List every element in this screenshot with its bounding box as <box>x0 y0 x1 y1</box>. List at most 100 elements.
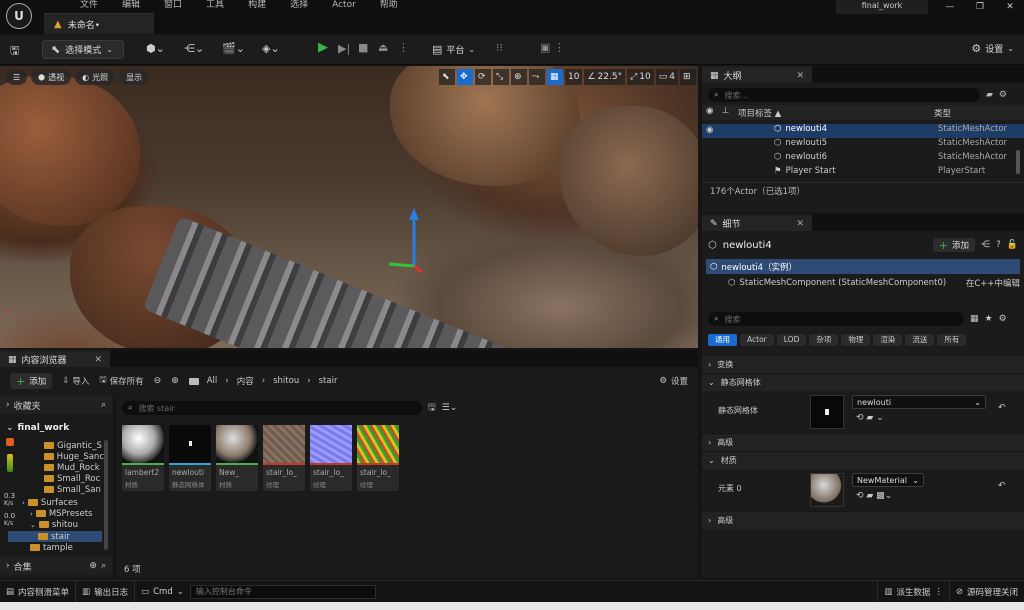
menu-tools[interactable]: 工具 <box>206 1 224 10</box>
close-icon[interactable]: ✕ <box>995 2 1024 12</box>
outliner-scrollbar[interactable] <box>1016 150 1020 174</box>
asset-tile[interactable]: New_ 材质 <box>216 425 258 491</box>
category-tag[interactable]: 物理 <box>841 334 871 346</box>
outliner-row[interactable]: ◉ ⬡ newlouti4 StaticMeshActor <box>702 124 1024 138</box>
breadcrumb-content[interactable]: 内容 <box>237 375 254 387</box>
folder-tree-item[interactable]: ⌄ shitou <box>30 519 104 530</box>
folder-tree-item[interactable]: Huge_Sanc <box>44 451 104 462</box>
restore-icon[interactable]: ❐ <box>965 2 995 12</box>
asset-tile[interactable]: stair_lo_ 纹理 <box>310 425 352 491</box>
content-drawer-button[interactable]: ▤ 内容侧滑菜单 <box>0 580 77 603</box>
eye-icon[interactable]: ◉ <box>706 106 713 116</box>
folder-tree-item[interactable]: Gigantic_S <box>44 440 104 451</box>
stop-icon[interactable]: ■ <box>358 41 368 54</box>
category-tag[interactable]: LOD <box>776 334 807 346</box>
tree-scrollbar[interactable] <box>104 440 108 550</box>
details-search-input[interactable]: ⌕ 搜索 <box>708 312 964 326</box>
world-space-icon[interactable]: ⊕ <box>511 69 528 85</box>
perspective-button[interactable]: ⬢ 透视 <box>31 69 72 85</box>
show-button[interactable]: 显示 <box>119 69 150 85</box>
asset-tile[interactable]: lambert2 材质 <box>122 425 164 491</box>
grid-snap-button[interactable]: ▦ <box>547 69 564 85</box>
blueprint-icon[interactable]: ⋲ <box>981 240 990 250</box>
static-mesh-dropdown[interactable]: newlouti ⌄ <box>852 395 986 409</box>
select-tool-icon[interactable]: ⬉ <box>439 69 456 85</box>
save-icon[interactable]: 🖫 <box>10 42 19 61</box>
more-icon[interactable]: ⋮ <box>398 41 409 54</box>
gear-icon[interactable]: ⚙ <box>999 314 1007 324</box>
filter-icon[interactable]: ☰⌄ <box>442 403 458 413</box>
forward-icon[interactable]: ⊕ <box>171 376 179 386</box>
add-component-button[interactable]: + 添加 <box>932 238 975 252</box>
asset-tile[interactable]: stair_lo_ 纹理 <box>357 425 399 491</box>
derived-data-button[interactable]: ▥ 派生数据 ⋮ <box>877 580 950 603</box>
level-viewport[interactable]: ⟂ ☰ ⬢ 透视 ◐ 光照 显示 ⬉ ✥ ⟳ ⤡ ⊕ ⤳ ▦ 10 ∠ 22.5° ⤢… <box>0 66 698 348</box>
outliner-tab[interactable]: ▦ 大纲 ✕ <box>702 66 812 83</box>
collections-header[interactable]: › 合集 ⊕ ⌕ <box>0 557 112 575</box>
settings-button[interactable]: ⚙ 设置 ⌄ <box>971 42 1014 55</box>
camera-speed-button[interactable]: ▭ 4 <box>655 69 678 85</box>
category-tag[interactable]: 渲染 <box>873 334 903 346</box>
cmd-button[interactable]: ▭ Cmd ⌄ <box>135 581 190 603</box>
sliders-icon[interactable]: ⁝⁝ <box>496 41 503 54</box>
menu-select[interactable]: 选择 <box>290 1 308 10</box>
breadcrumb-stair[interactable]: stair <box>319 376 338 386</box>
outliner-row[interactable]: ⬡ newlouti6 StaticMeshActor <box>702 152 1024 166</box>
asset-tile[interactable]: stair_lo_ 纹理 <box>263 425 305 491</box>
cb-settings-button[interactable]: ⚙ 设置 <box>659 375 688 387</box>
scale-tool-icon[interactable]: ⤡ <box>493 69 510 85</box>
select-mode-button[interactable]: ⬉ 选择模式 ⌄ <box>42 40 124 59</box>
outliner-search-input[interactable]: ⌕ 搜索... <box>708 88 980 102</box>
breadcrumb-shitou[interactable]: shitou <box>273 376 299 386</box>
viewport-menu-button[interactable]: ☰ <box>6 69 28 85</box>
source-control-button[interactable]: ⊘ 源码管理关闭 <box>950 581 1024 603</box>
back-icon[interactable]: ⊖ <box>154 376 162 386</box>
reset-icon[interactable]: ↶ <box>998 481 1006 491</box>
splitter[interactable] <box>114 396 115 578</box>
actor-name[interactable]: newlouti4 <box>723 240 772 251</box>
level-tab[interactable]: ▲ 未命名• <box>44 13 154 34</box>
category-tag[interactable]: 杂项 <box>809 334 839 346</box>
transform-gizmo[interactable] <box>384 206 434 276</box>
menu-file[interactable]: 文件 <box>80 1 98 10</box>
menu-help[interactable]: 帮助 <box>380 1 398 10</box>
minimize-icon[interactable]: — <box>935 2 965 12</box>
reset-icon[interactable]: ↶ <box>998 403 1006 413</box>
angle-snap-button[interactable]: ∠ 22.5° <box>584 69 626 85</box>
move-tool-icon[interactable]: ✥ <box>457 69 474 85</box>
blueprint-icon[interactable]: ⋲⌄ <box>184 42 204 55</box>
help-icon[interactable]: ? <box>996 240 1001 250</box>
browse-asset-icons[interactable]: ⟲ ▰ ⌄ <box>856 413 884 423</box>
output-log-button[interactable]: ▥ 输出日志 <box>76 580 136 603</box>
grid-snap-value[interactable]: 10 <box>565 69 583 85</box>
browse-material-icons[interactable]: ⟲ ▰ ▩⌄ <box>856 491 892 501</box>
surface-snap-icon[interactable]: ⤳ <box>529 69 546 85</box>
folder-tree-item[interactable]: Small_Roc <box>44 473 104 484</box>
folder-tree-item[interactable]: Mud_Rock <box>44 462 104 473</box>
platform-button[interactable]: ▤ 平台 ⌄ <box>432 43 475 56</box>
category-tag[interactable]: Actor <box>740 334 774 346</box>
eye-icon[interactable]: ◉ <box>706 125 713 135</box>
folder-tree-item[interactable]: stair <box>8 531 102 542</box>
category-tag[interactable]: 流送 <box>905 334 935 346</box>
lock-icon[interactable]: 🔓 <box>1007 240 1018 250</box>
step-icon[interactable]: ▶| <box>338 42 350 55</box>
folder-tree-item[interactable]: tample <box>30 542 104 553</box>
add-content-icon[interactable]: ⬢⌄ <box>146 42 165 55</box>
menu-build[interactable]: 构建 <box>248 1 266 10</box>
material-thumbnail[interactable] <box>810 473 844 507</box>
close-icon[interactable]: ✕ <box>796 71 804 81</box>
section-advanced[interactable]: › 高级 <box>702 433 1024 451</box>
pin-icon[interactable]: ⊥ <box>722 106 729 116</box>
add-collection-icon[interactable]: ⊕ <box>89 561 97 571</box>
outliner-row[interactable]: ⚑ Player Start PlayerStart <box>702 166 1024 180</box>
material-dropdown[interactable]: NewMaterial ⌄ <box>852 473 924 487</box>
save-search-icon[interactable]: 🖫 <box>428 400 436 416</box>
type-column-header[interactable]: 类型 <box>934 107 951 119</box>
outliner-row[interactable]: ⬡ newlouti5 StaticMeshActor <box>702 138 1024 152</box>
console-input[interactable]: 输入控制台命令 <box>189 584 376 599</box>
menu-window[interactable]: 窗口 <box>164 1 182 10</box>
rotate-tool-icon[interactable]: ⟳ <box>475 69 492 85</box>
folder-tree-item[interactable]: Small_San <box>44 484 104 495</box>
folder-tree-item[interactable]: › MSPresets <box>30 508 104 519</box>
